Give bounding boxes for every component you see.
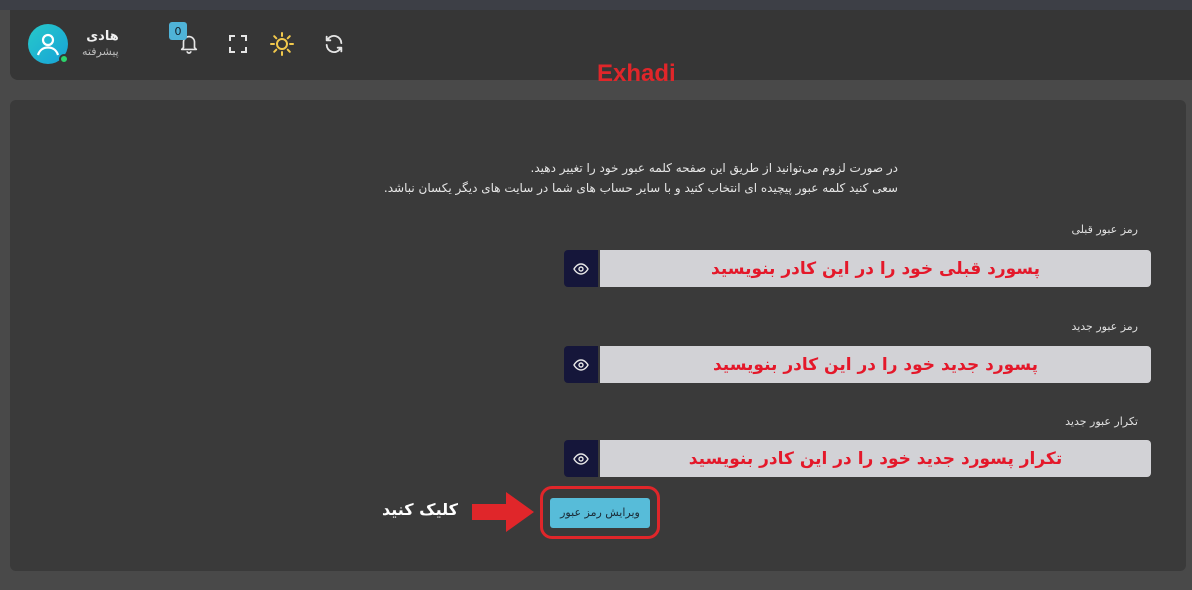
watermark-text: Exhadi [597, 60, 676, 87]
user-name: هادی [86, 29, 119, 44]
fullscreen-icon [229, 35, 247, 53]
eye-icon [573, 452, 589, 465]
sun-icon [270, 32, 294, 56]
new-password-input[interactable] [600, 346, 1151, 383]
submit-highlight-frame: ویرایش رمز عبور [540, 486, 660, 539]
red-arrow-icon [472, 492, 534, 532]
intro-line-1: در صورت لزوم می‌توانید از طریق این صفحه … [530, 161, 899, 175]
intro-text: در صورت لزوم می‌توانید از طریق این صفحه … [298, 158, 898, 198]
theme-toggle-button[interactable] [267, 29, 297, 59]
eye-icon [573, 262, 589, 275]
new-password-field [564, 346, 1151, 383]
change-password-button[interactable]: ویرایش رمز عبور [550, 497, 650, 528]
old-password-input[interactable] [600, 250, 1151, 287]
user-menu[interactable]: هادی پیشرفته [28, 24, 119, 64]
user-info: هادی پیشرفته [82, 29, 119, 59]
repeat-password-visibility-toggle[interactable] [564, 440, 598, 477]
eye-icon [573, 358, 589, 371]
click-annotation: کلیک کنید [382, 500, 458, 519]
repeat-password-input[interactable] [600, 440, 1151, 477]
old-password-label: رمز عبور قبلی [1071, 223, 1138, 236]
new-password-visibility-toggle[interactable] [564, 346, 598, 383]
user-avatar-icon[interactable] [28, 24, 69, 64]
top-strip [0, 0, 1192, 10]
user-role: پیشرفته [82, 45, 119, 59]
repeat-password-field [564, 440, 1151, 477]
new-password-label: رمز عبور جدید [1071, 320, 1138, 333]
notification-count-badge: 0 [169, 22, 187, 40]
old-password-field [564, 250, 1151, 287]
old-password-visibility-toggle[interactable] [564, 250, 598, 287]
refresh-icon [325, 35, 343, 53]
change-password-card: در صورت لزوم می‌توانید از طریق این صفحه … [10, 100, 1186, 571]
repeat-password-label: تکرار عبور جدید [1065, 415, 1138, 428]
intro-line-2: سعی کنید کلمه عبور پیچیده ای انتخاب کنید… [383, 181, 898, 195]
online-status-dot [59, 54, 69, 64]
refresh-button[interactable] [319, 29, 349, 59]
fullscreen-button[interactable] [223, 29, 253, 59]
